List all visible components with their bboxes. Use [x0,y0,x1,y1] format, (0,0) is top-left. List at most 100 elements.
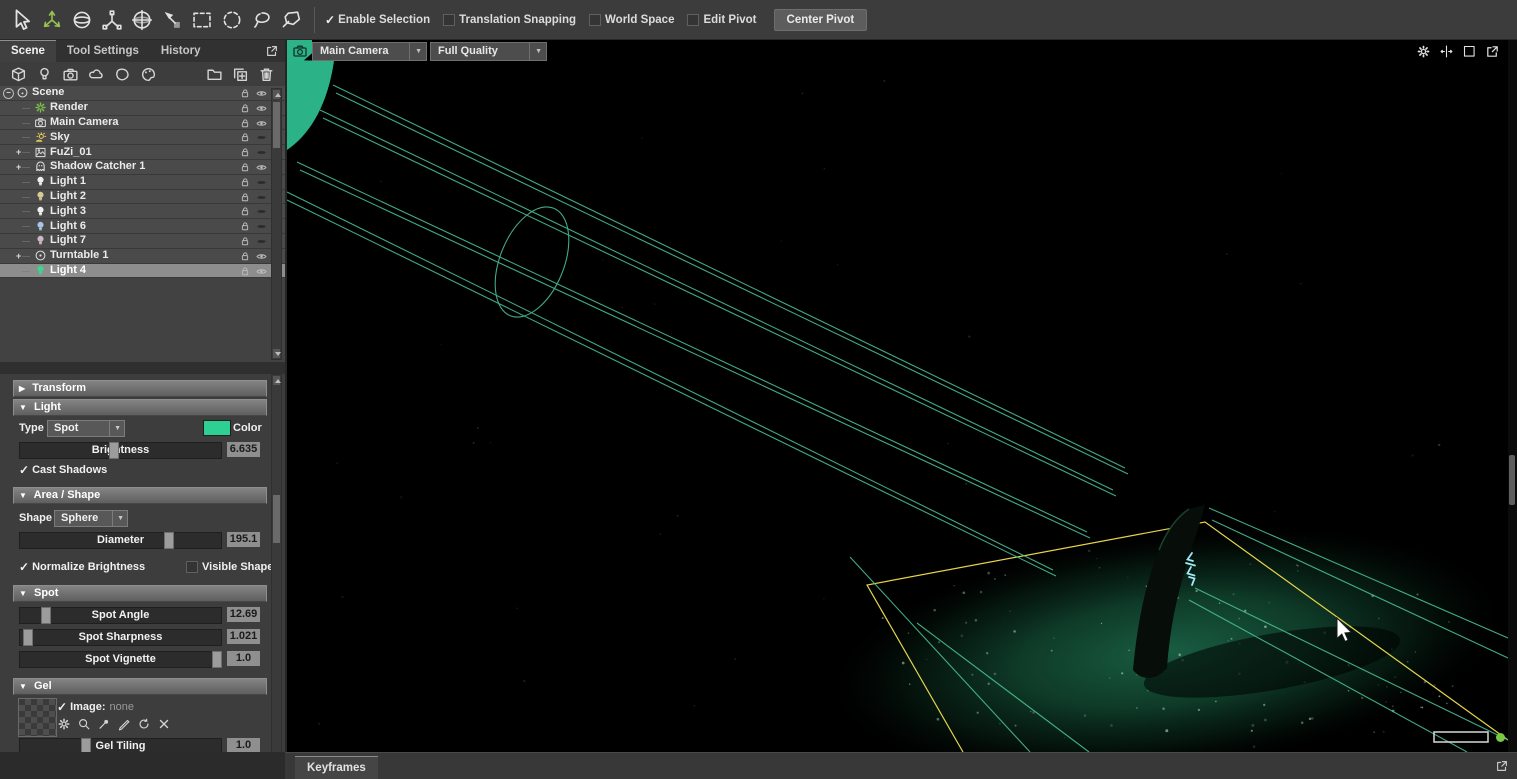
slider-track[interactable]: Spot Angle [19,607,222,624]
cast-shadows-checkbox[interactable]: ✓ Cast Shadows [19,463,107,477]
keyframes-pop-out-icon[interactable] [1495,759,1509,773]
maximize-icon[interactable] [1462,44,1477,59]
delete-icon[interactable] [258,66,275,83]
slider-track[interactable]: Spot Vignette [19,651,222,668]
spot-angle-value[interactable]: 12.69 [227,607,260,622]
scrollbar-thumb[interactable] [273,495,280,543]
edit-pivot-toggle[interactable]: Edit Pivot [687,13,757,26]
tree-row-light-1[interactable]: Light 1 [0,174,285,190]
tab-tool-settings[interactable]: Tool Settings [56,40,150,62]
move-tool-button[interactable] [38,6,65,33]
eye-open-icon[interactable] [255,250,268,263]
gel-settings-icon[interactable] [57,717,71,731]
light-sphere-gizmo[interactable] [287,60,334,150]
area-shape-section-header[interactable]: ▼ Area / Shape [13,487,267,504]
tree-scrollbar[interactable] [271,88,282,360]
tree-row-light-4-selected[interactable]: Light 4 [0,263,285,279]
slider-track[interactable]: Spot Sharpness [19,629,222,646]
expand-icon[interactable]: + [16,249,21,263]
translation-snapping-toggle[interactable]: Translation Snapping [443,13,576,26]
lock-icon[interactable] [239,235,251,247]
slider-handle[interactable] [41,607,51,624]
panel-splitter[interactable] [0,362,285,374]
shape-dropdown[interactable]: Sphere ▼ [54,510,128,527]
slider-handle[interactable] [109,442,119,459]
polygon-lasso-button[interactable] [278,6,305,33]
eye-open-icon[interactable] [255,87,268,100]
duplicate-icon[interactable] [232,66,249,83]
add-material-icon[interactable] [140,66,157,83]
lasso-select-button[interactable] [248,6,275,33]
eye-open-icon[interactable] [255,161,268,174]
lock-icon[interactable] [239,131,251,143]
gel-magnify-icon[interactable] [77,717,91,731]
transform-section-header[interactable]: ▶ Transform [13,380,267,397]
tree-row-fuzi-01[interactable]: + FuZi_01 [0,145,285,160]
lock-icon[interactable] [239,87,251,99]
gel-image-thumbnail[interactable] [18,698,57,737]
slider-track[interactable]: Diameter [19,532,222,549]
spot-vignette-value[interactable]: 1.0 [227,651,260,666]
gel-reset-icon[interactable] [137,717,151,731]
scale-tool-button[interactable] [98,6,125,33]
expand-icon[interactable]: + [16,160,21,174]
tab-keyframes[interactable]: Keyframes [295,756,378,779]
tree-row-light-3[interactable]: Light 3 [0,204,285,220]
lock-icon[interactable] [239,205,251,217]
add-light-icon[interactable] [36,66,53,83]
lock-icon[interactable] [239,176,251,188]
universal-manipulator-button[interactable] [128,6,155,33]
active-camera-icon[interactable] [287,40,312,62]
light-section-header[interactable]: ▼ Light [13,399,267,416]
lock-icon[interactable] [239,220,251,232]
gel-clear-icon[interactable] [157,717,171,731]
enable-selection-toggle[interactable]: ✓ Enable Selection [325,13,430,27]
gel-draw-icon[interactable] [117,717,131,731]
add-sky-icon[interactable] [88,66,105,83]
split-view-icon[interactable] [1439,44,1454,59]
tree-row-light-2[interactable]: Light 2 [0,189,285,205]
add-object-icon[interactable] [10,66,27,83]
tree-row-shadow-catcher-1[interactable]: + Shadow Catcher 1 [0,159,285,175]
gel-tiling-value[interactable]: 1.0 [227,738,260,753]
world-space-toggle[interactable]: World Space [589,13,674,26]
rotate-tool-button[interactable] [68,6,95,33]
collapse-icon[interactable]: − [3,88,14,99]
folder-icon[interactable] [206,66,223,83]
pop-out-icon[interactable] [1485,44,1500,59]
gel-image-checkbox[interactable]: ✓ Image: none [57,700,134,714]
light-color-swatch[interactable] [203,420,231,436]
tree-row-main-camera[interactable]: Main Camera [0,115,285,131]
tree-row-light-6[interactable]: Light 6 [0,219,285,234]
lock-icon[interactable] [239,102,251,114]
eye-closed-icon[interactable] [255,235,268,248]
quality-select-dropdown[interactable]: Full Quality ▼ [430,42,547,61]
slider-handle[interactable] [23,629,33,646]
eye-open-icon[interactable] [255,102,268,115]
gel-section-header[interactable]: ▼ Gel [13,678,267,695]
ellipse-select-button[interactable] [218,6,245,33]
eye-closed-icon[interactable] [255,220,268,233]
slider-track[interactable]: Brightness [19,442,222,459]
eye-closed-icon[interactable] [255,191,268,204]
normalize-brightness-checkbox[interactable]: ✓ Normalize Brightness [19,560,145,574]
scrollbar-thumb[interactable] [273,102,280,148]
eye-open-icon[interactable] [255,117,268,130]
center-pivot-button[interactable]: Center Pivot [773,8,868,31]
eye-closed-icon[interactable] [255,146,268,159]
select-tool-button[interactable] [8,6,35,33]
lock-icon[interactable] [239,265,251,277]
spot-section-header[interactable]: ▼ Spot [13,585,267,602]
viewport-options-icon[interactable] [1416,44,1431,59]
camera-select-dropdown[interactable]: Main Camera ▼ [312,42,427,61]
lock-icon[interactable] [239,250,251,262]
lock-icon[interactable] [239,161,251,173]
visible-shape-checkbox[interactable]: Visible Shape [186,560,273,574]
window-right-scrollbar[interactable] [1508,40,1517,752]
eye-closed-icon[interactable] [255,176,268,189]
spot-sharpness-value[interactable]: 1.021 [227,629,260,644]
eye-open-icon[interactable] [255,265,268,278]
slider-handle[interactable] [212,651,222,668]
tree-row-sky[interactable]: Sky [0,130,285,146]
marquee-select-button[interactable] [188,6,215,33]
